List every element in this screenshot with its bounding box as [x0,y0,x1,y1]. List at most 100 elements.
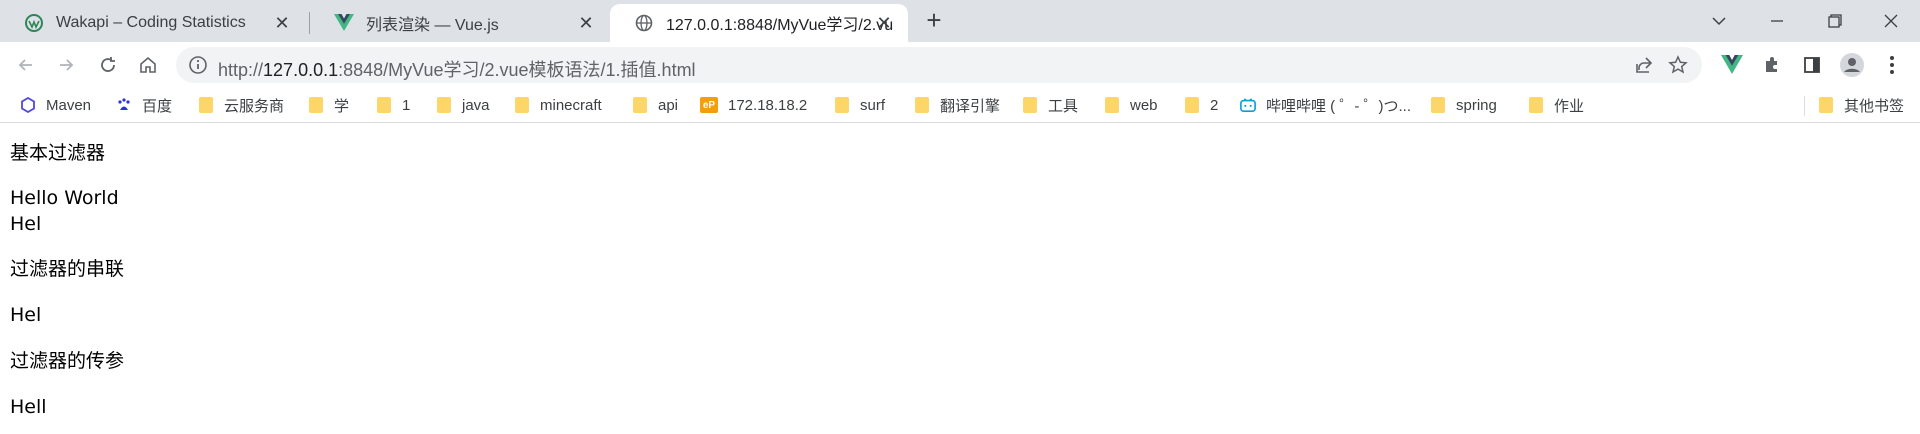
heading-basic-filter: 基本过滤器 [10,142,106,164]
folder-icon [632,97,648,113]
folder-icon [1528,97,1544,113]
bookmark-item[interactable]: java [436,94,490,116]
bookmark-label: web [1130,96,1158,114]
bookmark-item[interactable]: minecraft [514,94,602,116]
baidu-icon [116,97,132,113]
tab-active[interactable]: 127.0.0.1:8848/MyVue学习/2.vu ✕ [610,4,908,42]
bookmark-label: 哔哩哔哩 ( ゜- ゜)つ... [1266,97,1411,115]
bookmark-label: 1 [402,96,411,114]
tab-title: 127.0.0.1:8848/MyVue学习/2.vu [666,17,894,34]
arrow-left-icon [18,59,32,71]
folder-icon [1430,97,1446,113]
globe-icon [634,13,654,33]
bookmark-item[interactable]: 翻译引擎 [914,94,1000,116]
folder-icon [436,97,452,113]
bookmark-item[interactable]: web [1104,94,1158,116]
other-bookmarks[interactable]: 其他书签 [1818,94,1904,116]
bookmark-label: 学 [334,97,350,115]
bookmark-item[interactable]: 云服务商 [198,94,284,116]
bookmark-label: 其他书签 [1844,97,1905,115]
url-text: http://127.0.0.1:8848/MyVue学习/2.vue模板语法/… [218,56,696,82]
bookmark-label: api [658,96,679,114]
bookmark-label: minecraft [540,96,602,114]
star-icon[interactable] [1668,55,1688,80]
bookmark-item[interactable]: 2 [1184,94,1218,116]
menu-icon[interactable] [1880,53,1904,77]
profile-avatar[interactable] [1840,53,1864,77]
folder-icon [198,97,214,113]
forward-button[interactable] [54,53,78,77]
bookmark-item[interactable]: spring [1430,94,1497,116]
url-path: :8848/MyVue学习/2.vue模板语法/1.插值.html [338,60,696,80]
vue-icon [334,13,354,33]
page-content: 基本过滤器 Hello World Hel 过滤器的串联 Hel 过滤器的传参 … [0,140,1920,420]
info-icon[interactable] [188,55,208,80]
bookmark-label: 百度 [142,97,173,115]
vue-devtools-icon[interactable] [1720,53,1744,77]
bookmark-item[interactable]: 作业 [1528,94,1584,116]
bookmark-item[interactable]: Maven [20,94,91,116]
bookmark-label: 172.18.18.2 [728,96,808,114]
bookmarks-divider [1804,96,1805,116]
text-output: Hello World [10,187,119,209]
folder-icon [914,97,930,113]
bookmark-item[interactable]: 工具 [1022,94,1078,116]
address-bar[interactable]: http://127.0.0.1:8848/MyVue学习/2.vue模板语法/… [176,47,1702,83]
tab-wakapi[interactable]: Wakapi – Coding Statistics ✕ [0,4,306,42]
minimize-button[interactable] [1748,0,1806,42]
close-icon [1884,14,1898,28]
ep-icon: eP [700,97,718,113]
bookmark-item[interactable]: 百度 [116,94,172,116]
heading-filter-params: 过滤器的传参 [10,350,125,372]
tab-title: Wakapi – Coding Statistics [56,14,246,31]
bookmark-item[interactable]: 哔哩哔哩 ( ゜- ゜)つ... [1240,94,1411,116]
minimize-icon [1771,20,1783,22]
extensions-icon[interactable] [1760,53,1784,77]
bookmark-item[interactable]: 1 [376,94,410,116]
bookmark-label: 作业 [1554,97,1585,115]
close-icon[interactable]: ✕ [576,13,596,33]
home-icon [140,56,156,73]
folder-icon [1022,97,1038,113]
restore-icon [1828,14,1842,28]
bookmarks-bar: Maven 百度 云服务商 学 1 java minecraft api eP … [0,88,1920,123]
window-close-button[interactable] [1862,0,1920,42]
reload-button[interactable] [96,53,120,77]
bookmark-item[interactable]: api [632,94,678,116]
text-output: Hel [10,213,42,235]
text-output: Hel [10,304,42,326]
bookmark-item[interactable]: eP 172.18.18.2 [700,94,807,116]
new-tab-button[interactable]: + [922,7,946,33]
tab-search-button[interactable] [1690,0,1748,42]
text-output: Hell [10,396,47,418]
restore-button[interactable] [1806,0,1864,42]
close-icon[interactable]: ✕ [272,13,292,33]
folder-icon [308,97,324,113]
share-icon[interactable] [1634,55,1654,80]
bookmark-label: 工具 [1048,97,1079,115]
wakapi-icon [24,13,44,33]
bookmark-label: 2 [1210,96,1219,114]
tab-strip: Wakapi – Coding Statistics ✕ 列表渲染 — Vue.… [0,0,1920,42]
folder-icon [514,97,530,113]
arrow-right-icon [60,59,74,71]
home-button[interactable] [136,53,160,77]
back-button[interactable] [14,53,38,77]
bookmark-item[interactable]: 学 [308,94,349,116]
folder-icon [1104,97,1120,113]
bookmark-item[interactable]: surf [834,94,885,116]
bookmark-label: spring [1456,96,1497,114]
maven-icon [20,97,36,113]
toolbar: http://127.0.0.1:8848/MyVue学习/2.vue模板语法/… [0,42,1920,88]
close-icon[interactable]: ✕ [874,13,894,33]
folder-icon [834,97,850,113]
side-panel-icon[interactable] [1800,53,1824,77]
tab-vue[interactable]: 列表渲染 — Vue.js ✕ [310,4,610,42]
folder-icon [376,97,392,113]
tab-title: 列表渲染 — Vue.js [366,17,499,34]
bilibili-icon [1240,97,1256,113]
reload-icon [101,57,115,72]
folder-icon [1818,97,1834,113]
folder-icon [1184,97,1200,113]
chevron-down-icon [1712,17,1726,26]
